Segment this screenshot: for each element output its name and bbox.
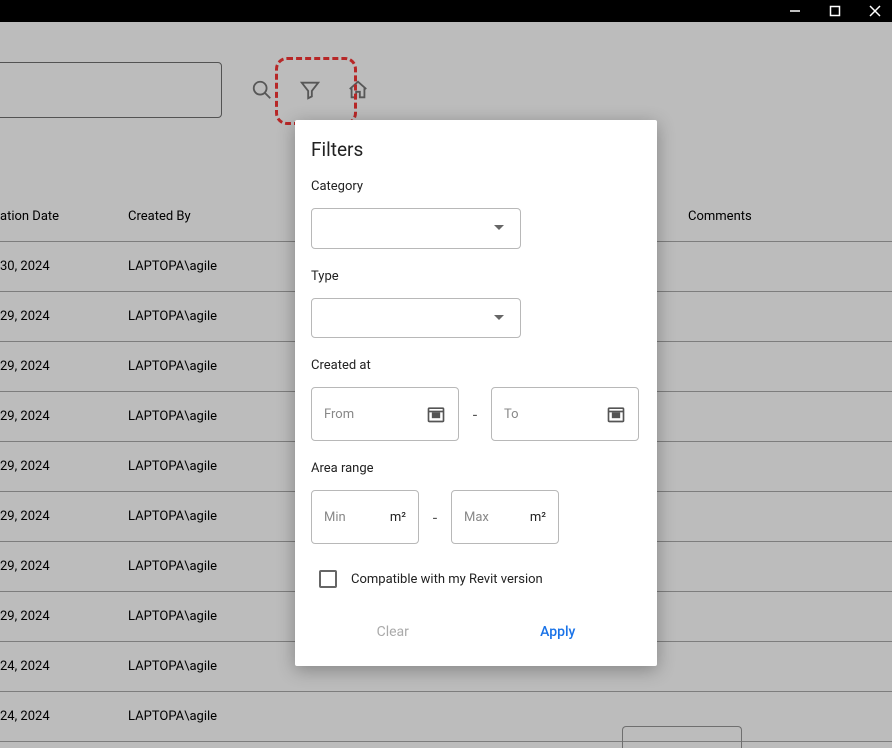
main-content: ation Date Created By Comments 30, 2024L… (0, 22, 892, 748)
window-titlebar (0, 0, 892, 22)
maximize-button[interactable] (826, 2, 844, 20)
pagination-box[interactable] (622, 726, 742, 748)
filters-panel: Filters Category Type Created at From - … (295, 120, 657, 666)
cell-date: 29, 2024 (0, 509, 128, 524)
header-comments: Comments (668, 209, 848, 224)
category-select[interactable] (311, 208, 521, 249)
compat-checkbox[interactable] (319, 570, 337, 588)
table-row[interactable]: 24, 2024LAPTOPA\agile (0, 692, 892, 742)
cell-date: 29, 2024 (0, 459, 128, 474)
cell-created-by: LAPTOPA\agile (128, 709, 608, 724)
minimize-button[interactable] (786, 2, 804, 20)
cell-date: 29, 2024 (0, 609, 128, 624)
chevron-down-icon (494, 225, 504, 231)
toolbar (0, 62, 892, 118)
home-icon[interactable] (346, 78, 370, 102)
to-placeholder: To (504, 407, 519, 422)
area-unit: m² (390, 510, 406, 525)
from-placeholder: From (324, 407, 354, 422)
area-separator: - (431, 508, 439, 527)
apply-button[interactable]: Apply (520, 616, 595, 648)
clear-button[interactable]: Clear (357, 616, 429, 648)
date-separator: - (471, 405, 479, 424)
created-at-row: From - To (311, 387, 641, 441)
min-placeholder: Min (324, 510, 346, 525)
type-select[interactable] (311, 298, 521, 339)
cell-date: 29, 2024 (0, 309, 128, 324)
category-label: Category (311, 179, 641, 194)
cell-date: 29, 2024 (0, 559, 128, 574)
close-button[interactable] (866, 2, 884, 20)
area-range-row: Min m² - Max m² (311, 490, 641, 544)
search-icon[interactable] (250, 78, 274, 102)
area-range-label: Area range (311, 461, 641, 476)
type-label: Type (311, 269, 641, 284)
area-min-input[interactable]: Min m² (311, 490, 419, 544)
cell-date: 24, 2024 (0, 659, 128, 674)
cell-date: 30, 2024 (0, 259, 128, 274)
calendar-icon (606, 404, 626, 424)
compat-checkbox-row: Compatible with my Revit version (311, 570, 641, 588)
date-from-input[interactable]: From (311, 387, 459, 441)
cell-date: 24, 2024 (0, 709, 128, 724)
chevron-down-icon (494, 315, 504, 321)
created-at-label: Created at (311, 358, 641, 373)
date-to-input[interactable]: To (491, 387, 639, 441)
area-unit: m² (530, 510, 546, 525)
compat-label: Compatible with my Revit version (351, 572, 543, 587)
filters-title: Filters (311, 138, 641, 161)
calendar-icon (426, 404, 446, 424)
max-placeholder: Max (464, 510, 489, 525)
cell-date: 29, 2024 (0, 359, 128, 374)
area-max-input[interactable]: Max m² (451, 490, 559, 544)
filters-actions: Clear Apply (311, 616, 641, 654)
search-input[interactable] (0, 62, 222, 118)
filter-icon[interactable] (298, 78, 322, 102)
header-creation-date: ation Date (0, 209, 128, 224)
toolbar-icons (250, 78, 370, 102)
cell-date: 29, 2024 (0, 409, 128, 424)
